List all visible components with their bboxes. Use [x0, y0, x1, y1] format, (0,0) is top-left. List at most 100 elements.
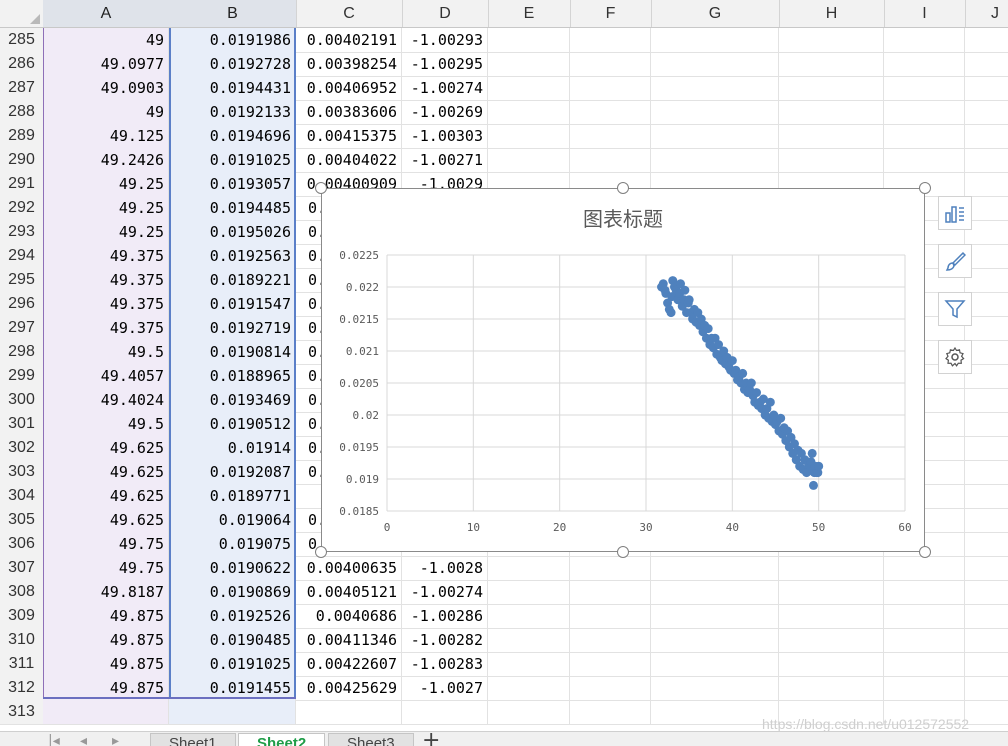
cell-c[interactable]: 0.00411346 [296, 628, 402, 652]
cell-a[interactable]: 49.375 [43, 244, 169, 268]
row-header[interactable]: 297 [0, 316, 44, 340]
cell-empty[interactable] [779, 652, 884, 676]
cell-c[interactable]: 0.00400635 [296, 556, 402, 580]
cell-a[interactable]: 49.4057 [43, 364, 169, 388]
cell-empty[interactable] [965, 28, 1008, 52]
cell-c[interactable]: 0.00406952 [296, 76, 402, 100]
column-header-f[interactable]: F [570, 0, 652, 27]
cell-d[interactable]: -1.00283 [402, 652, 488, 676]
cell-empty[interactable] [488, 28, 570, 52]
cell-c[interactable]: 0.00404022 [296, 148, 402, 172]
cell-empty[interactable] [651, 604, 779, 628]
cell-d[interactable] [402, 700, 488, 724]
cell-b[interactable]: 0.0192087 [169, 460, 296, 484]
cell-empty[interactable] [965, 652, 1008, 676]
cell-a[interactable]: 49.625 [43, 508, 169, 532]
cell-b[interactable]: 0.0190622 [169, 556, 296, 580]
cell-b[interactable]: 0.0192133 [169, 100, 296, 124]
cell-a[interactable]: 49.625 [43, 436, 169, 460]
cell-empty[interactable] [779, 76, 884, 100]
cell-d[interactable]: -1.0027 [402, 676, 488, 700]
cell-b[interactable]: 0.0191547 [169, 292, 296, 316]
cell-a[interactable]: 49.125 [43, 124, 169, 148]
row-header[interactable]: 293 [0, 220, 44, 244]
cell-empty[interactable] [884, 652, 965, 676]
cell-empty[interactable] [884, 556, 965, 580]
cell-empty[interactable] [779, 100, 884, 124]
cell-b[interactable]: 0.0192719 [169, 316, 296, 340]
row-header[interactable]: 308 [0, 580, 44, 604]
cell-b[interactable]: 0.0194485 [169, 196, 296, 220]
cell-d[interactable]: -1.00269 [402, 100, 488, 124]
cell-empty[interactable] [570, 604, 651, 628]
column-header-g[interactable]: G [651, 0, 780, 27]
cell-a[interactable] [43, 700, 169, 724]
column-header-d[interactable]: D [402, 0, 489, 27]
cell-a[interactable]: 49 [43, 28, 169, 52]
cell-empty[interactable] [488, 628, 570, 652]
cell-empty[interactable] [965, 604, 1008, 628]
cell-empty[interactable] [884, 628, 965, 652]
cell-a[interactable]: 49.875 [43, 652, 169, 676]
cell-empty[interactable] [965, 484, 1008, 508]
cell-empty[interactable] [570, 52, 651, 76]
cell-c[interactable]: 0.0040686 [296, 604, 402, 628]
cell-a[interactable]: 49 [43, 100, 169, 124]
cell-empty[interactable] [884, 604, 965, 628]
row-header[interactable]: 292 [0, 196, 44, 220]
cell-a[interactable]: 49.0977 [43, 52, 169, 76]
cell-empty[interactable] [884, 148, 965, 172]
cell-a[interactable]: 49.75 [43, 532, 169, 556]
chart-filters-button[interactable] [938, 292, 972, 326]
cell-b[interactable]: 0.019064 [169, 508, 296, 532]
cell-d[interactable]: -1.00271 [402, 148, 488, 172]
cell-b[interactable]: 0.0190814 [169, 340, 296, 364]
cell-a[interactable]: 49.375 [43, 316, 169, 340]
cell-empty[interactable] [570, 556, 651, 580]
first-sheet-arrow-icon[interactable]: |◂ [48, 733, 60, 746]
cell-a[interactable]: 49.25 [43, 220, 169, 244]
cell-b[interactable]: 0.0195026 [169, 220, 296, 244]
cell-d[interactable]: -1.0028 [402, 556, 488, 580]
cell-b[interactable] [169, 700, 296, 724]
row-header[interactable]: 303 [0, 460, 44, 484]
row-header[interactable]: 302 [0, 436, 44, 460]
cell-empty[interactable] [965, 508, 1008, 532]
cell-empty[interactable] [779, 556, 884, 580]
chart-elements-button[interactable] [938, 196, 972, 230]
cell-c[interactable]: 0.00383606 [296, 100, 402, 124]
cell-empty[interactable] [965, 460, 1008, 484]
chart-styles-button[interactable] [938, 244, 972, 278]
row-header[interactable]: 304 [0, 484, 44, 508]
tab-sheet3[interactable]: Sheet3 [328, 733, 414, 746]
cell-empty[interactable] [570, 148, 651, 172]
row-header[interactable]: 288 [0, 100, 44, 124]
next-sheet-arrow-icon[interactable]: ▸ [112, 733, 119, 746]
cell-empty[interactable] [965, 532, 1008, 556]
column-header-c[interactable]: C [296, 0, 403, 27]
cell-a[interactable]: 49.75 [43, 556, 169, 580]
cell-a[interactable]: 49.4024 [43, 388, 169, 412]
cell-empty[interactable] [570, 700, 651, 724]
resize-handle-bottom-left[interactable] [315, 546, 327, 558]
column-header-i[interactable]: I [884, 0, 966, 27]
cell-a[interactable]: 49.375 [43, 268, 169, 292]
tab-sheet1[interactable]: Sheet1 [150, 733, 236, 746]
cell-b[interactable]: 0.0191025 [169, 652, 296, 676]
cell-b[interactable]: 0.0193469 [169, 388, 296, 412]
cell-empty[interactable] [488, 580, 570, 604]
cell-empty[interactable] [488, 700, 570, 724]
cell-b[interactable]: 0.0189771 [169, 484, 296, 508]
cell-b[interactable]: 0.0191986 [169, 28, 296, 52]
row-header[interactable]: 307 [0, 556, 44, 580]
column-header-a[interactable]: A [43, 0, 170, 27]
resize-handle-bottom-right[interactable] [919, 546, 931, 558]
row-header[interactable]: 298 [0, 340, 44, 364]
cell-empty[interactable] [779, 676, 884, 700]
cell-b[interactable]: 0.0193057 [169, 172, 296, 196]
cell-b[interactable]: 0.0189221 [169, 268, 296, 292]
row-header[interactable]: 309 [0, 604, 44, 628]
cell-empty[interactable] [965, 436, 1008, 460]
cell-d[interactable]: -1.00293 [402, 28, 488, 52]
cell-c[interactable]: 0.00422607 [296, 652, 402, 676]
